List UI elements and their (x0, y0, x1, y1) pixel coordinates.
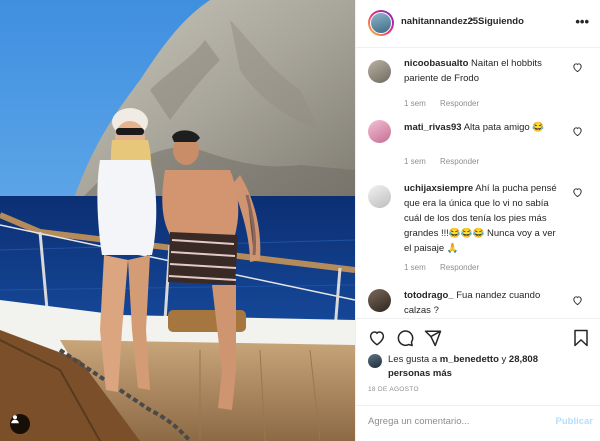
save-bookmark-icon[interactable] (572, 329, 590, 347)
comment-text: Alta pata amigo 😂 (463, 122, 545, 133)
comment-meta: 1 sem Responder (404, 99, 491, 108)
author-avatar[interactable] (368, 10, 394, 36)
commenter-avatar[interactable] (368, 120, 391, 143)
liker-username[interactable]: m_benedetto (440, 354, 499, 365)
likes-conj: y (501, 354, 507, 365)
comment-username[interactable]: nicoobasualto (404, 58, 468, 69)
share-icon[interactable] (424, 329, 442, 347)
comment-username[interactable]: uchijaxsiempre (404, 183, 473, 194)
post-header: nahitannandez25 • Siguiendo ••• (356, 0, 600, 48)
commenter-avatar[interactable] (368, 185, 391, 208)
post-side-panel: nahitannandez25 • Siguiendo ••• nicoobas… (355, 0, 600, 441)
reply-button[interactable]: Responder (440, 99, 479, 108)
likes-summary: Les gusta a m_benedetto y 28,808 persona… (388, 353, 548, 381)
commenter-avatar[interactable] (368, 289, 391, 312)
comment-meta: 1 sem Responder (404, 157, 491, 166)
liker-avatar[interactable] (368, 354, 382, 368)
comment-time[interactable]: 1 sem (404, 263, 426, 272)
reply-button[interactable]: Responder (440, 157, 479, 166)
post-actions: Les gusta a m_benedetto y 28,808 persona… (356, 318, 600, 441)
comment-username[interactable]: mati_rivas93 (404, 122, 462, 133)
like-comment-heart-icon[interactable] (572, 295, 583, 306)
like-comment-heart-icon[interactable] (572, 62, 583, 73)
like-heart-icon[interactable] (368, 329, 386, 347)
comment-time[interactable]: 1 sem (404, 157, 426, 166)
like-comment-heart-icon[interactable] (572, 187, 583, 198)
post-photo[interactable] (0, 0, 355, 441)
author-username[interactable]: nahitannandez25 (401, 16, 478, 27)
comment-body: totodrago_ Fua nandez cuando calzas ? (404, 288, 564, 318)
comment-username[interactable]: totodrago_ (404, 290, 454, 301)
publish-button[interactable]: Publicar (556, 416, 594, 427)
reply-button[interactable]: Responder (440, 263, 479, 272)
likes-prefix: Les gusta a (388, 354, 438, 365)
like-comment-heart-icon[interactable] (572, 126, 583, 137)
commenter-avatar[interactable] (368, 60, 391, 83)
post-date[interactable]: 18 DE AGOSTO (368, 386, 419, 393)
more-options-icon[interactable]: ••• (575, 14, 589, 29)
comment-body: mati_rivas93 Alta pata amigo 😂 (404, 120, 564, 135)
comment-time[interactable]: 1 sem (404, 99, 426, 108)
photo-illustration (0, 0, 355, 441)
user-tag-icon[interactable] (10, 414, 30, 434)
header-separator: • (470, 15, 474, 26)
comments-list[interactable]: nicoobasualto Naitan el hobbits pariente… (356, 48, 600, 318)
following-button[interactable]: Siguiendo (478, 16, 524, 27)
comment-body: nicoobasualto Naitan el hobbits pariente… (404, 56, 564, 86)
comment-input[interactable] (368, 416, 538, 427)
comment-meta: 1 sem Responder (404, 263, 491, 272)
comment-icon[interactable] (396, 329, 414, 347)
add-comment-bar: Publicar (356, 405, 600, 441)
comment-body: uchijaxsiempre Ahí la pucha pensé que er… (404, 181, 564, 256)
